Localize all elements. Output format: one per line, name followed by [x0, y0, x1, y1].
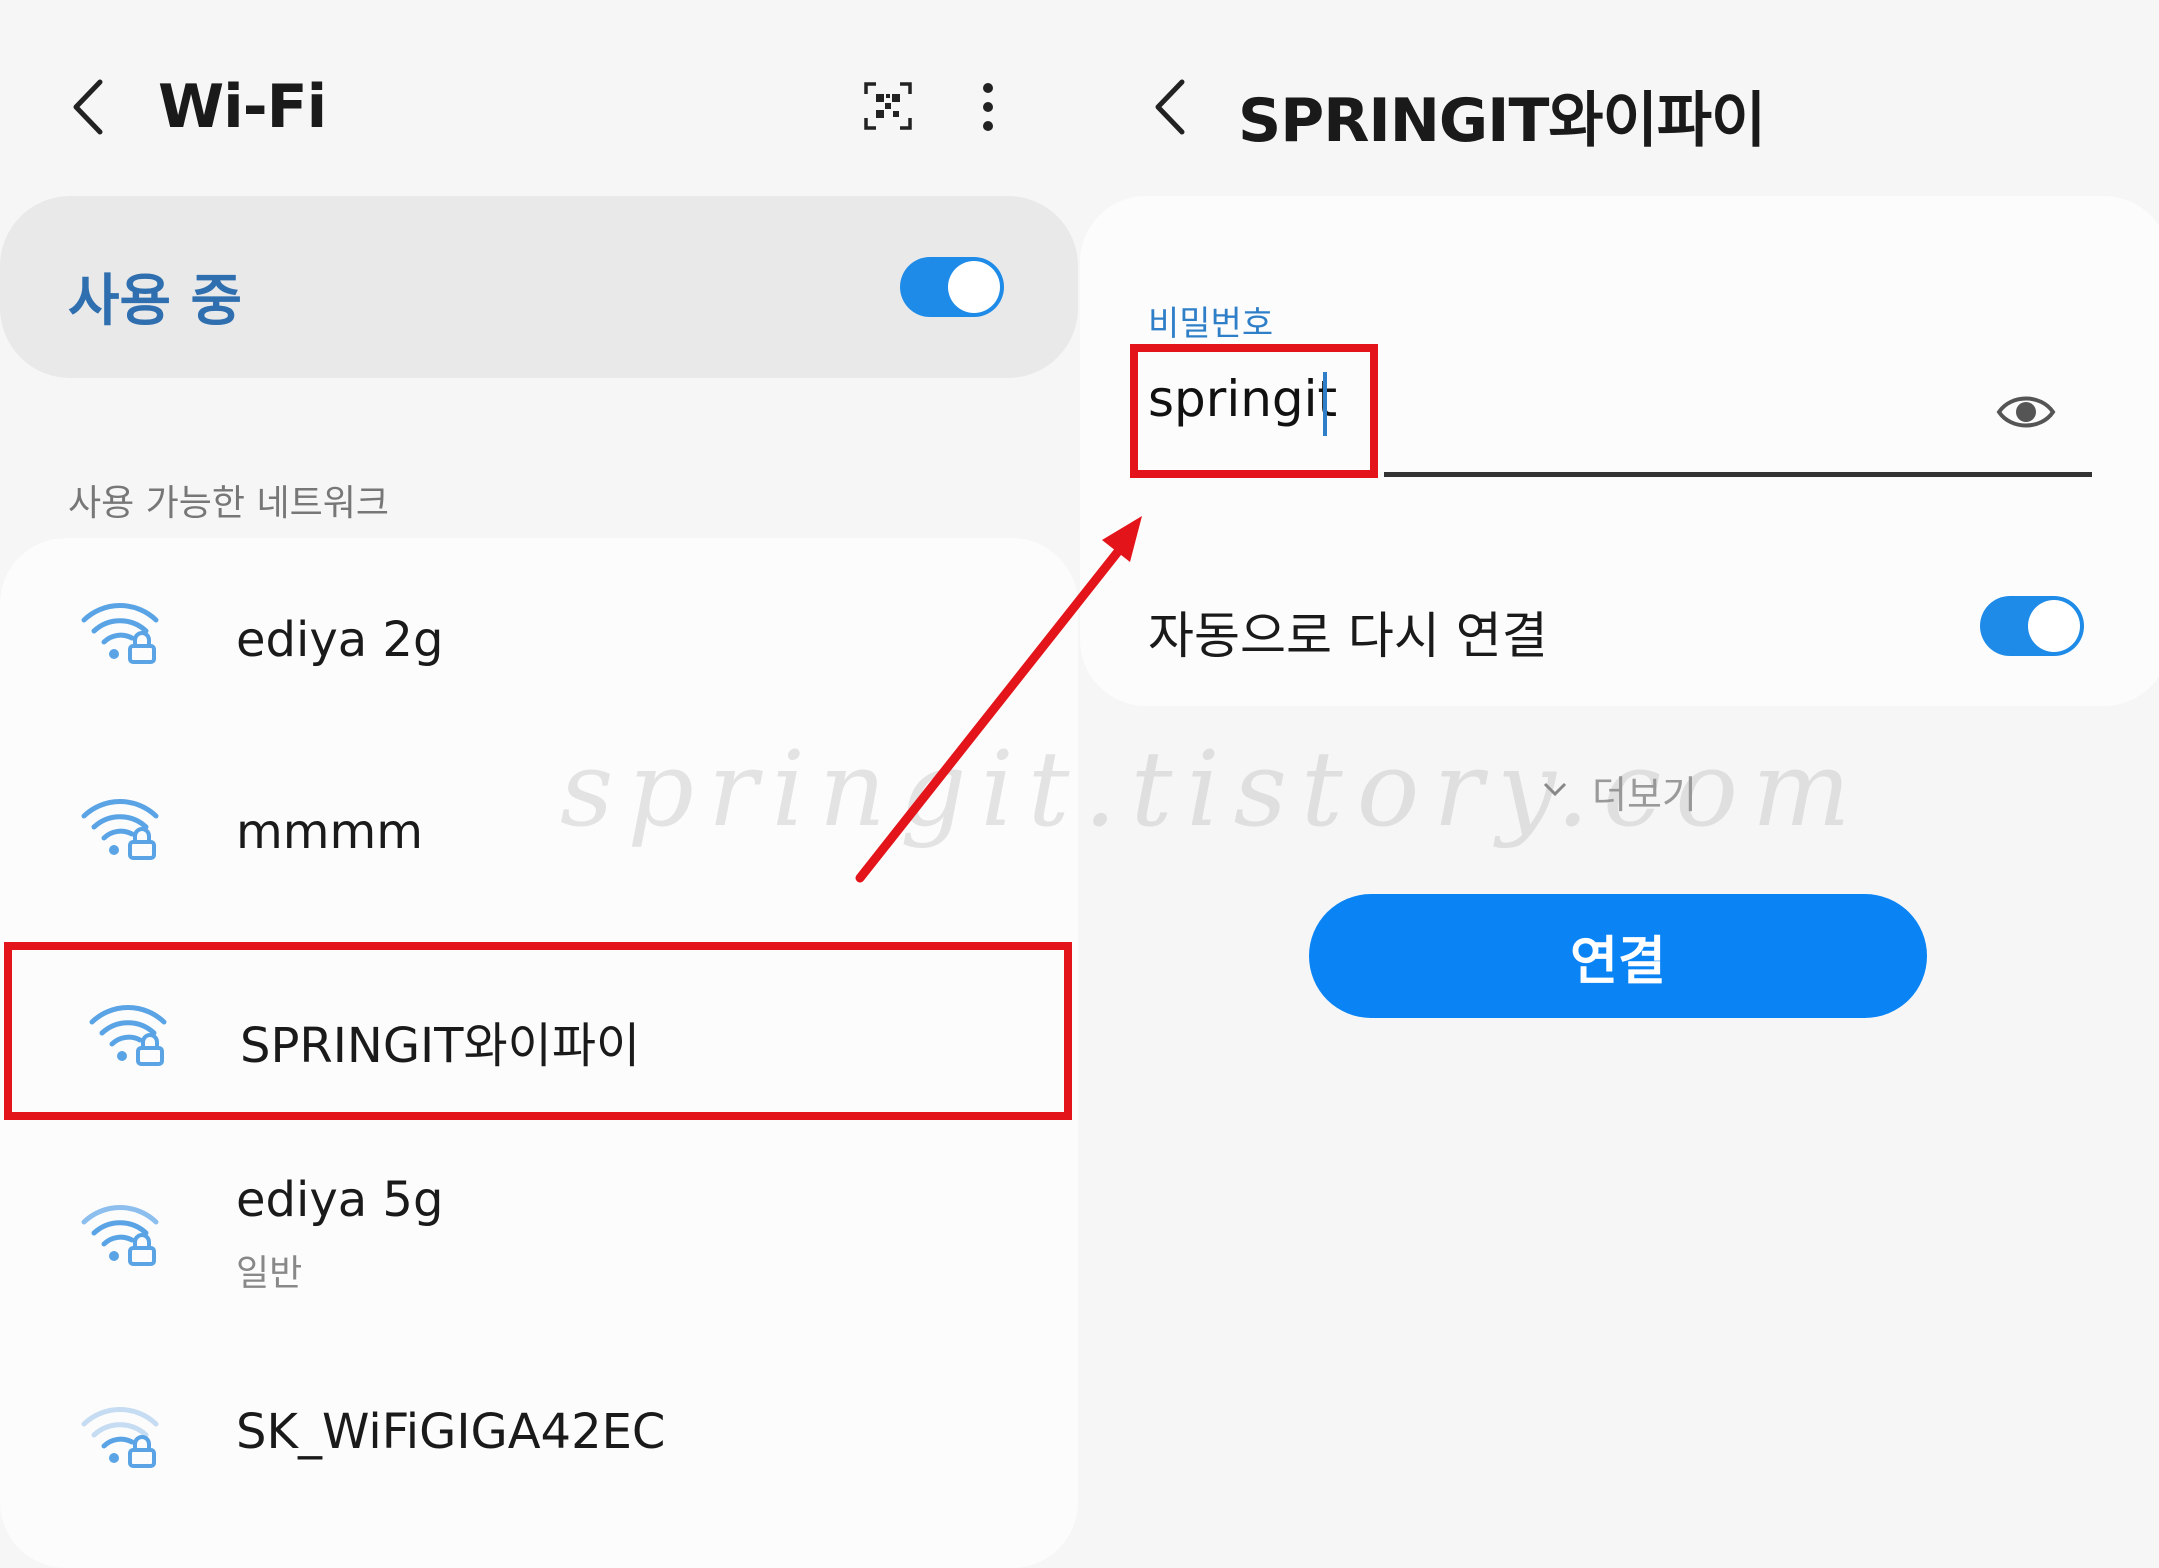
more-label: 더보기	[1592, 773, 1697, 817]
password-label: 비밀번호	[1148, 304, 1274, 344]
password-highlight-box	[1130, 344, 1378, 478]
network-item-ediya-5g[interactable]: ediya 5g 일반	[0, 1134, 1078, 1334]
auto-reconnect-label: 자동으로 다시 연결	[1148, 607, 1548, 665]
connect-button[interactable]: 연결	[1309, 894, 1927, 1018]
toggle-knob	[2028, 600, 2080, 652]
wifi-lock-icon	[81, 799, 159, 860]
available-networks-heading: 사용 가능한 네트워크	[68, 483, 389, 524]
qr-scan-icon[interactable]	[864, 82, 912, 130]
back-chevron-left-icon[interactable]	[1152, 78, 1188, 136]
page-title: Wi-Fi	[158, 72, 327, 142]
network-name: ediya 2g	[236, 612, 444, 668]
network-item-ediya-2g[interactable]: ediya 2g	[0, 540, 1078, 734]
chevron-down-icon	[1543, 782, 1567, 797]
network-detail-title: SPRINGIT와이파이	[1238, 86, 1766, 156]
network-name: ediya 5g	[236, 1172, 444, 1228]
wifi-master-label: 사용 중	[68, 269, 243, 334]
network-security-label: 일반	[236, 1253, 303, 1294]
more-vertical-icon[interactable]	[981, 82, 995, 132]
more-options-toggle[interactable]: 더보기	[1540, 762, 1710, 818]
auto-reconnect-toggle[interactable]	[1980, 596, 2084, 656]
network-name: SK_WiFiGIGA42EC	[236, 1404, 666, 1460]
network-name: mmmm	[236, 804, 424, 860]
network-item-mmmm[interactable]: mmmm	[0, 736, 1078, 930]
eye-icon[interactable]	[1996, 388, 2056, 440]
network-item-sk-wifigiga[interactable]: SK_WiFiGIGA42EC	[0, 1334, 1078, 1534]
network-name: SPRINGIT와이파이	[240, 1018, 641, 1074]
wifi-lock-icon	[81, 1205, 159, 1266]
wifi-lock-icon	[81, 603, 159, 664]
password-input-underline	[1384, 472, 2092, 477]
toggle-knob	[948, 261, 1000, 313]
wifi-lock-icon	[81, 1407, 159, 1468]
wifi-lock-icon	[89, 1005, 167, 1066]
wifi-master-toggle[interactable]	[900, 257, 1004, 317]
network-item-springit[interactable]: SPRINGIT와이파이	[4, 942, 1072, 1120]
back-chevron-left-icon[interactable]	[70, 78, 106, 136]
